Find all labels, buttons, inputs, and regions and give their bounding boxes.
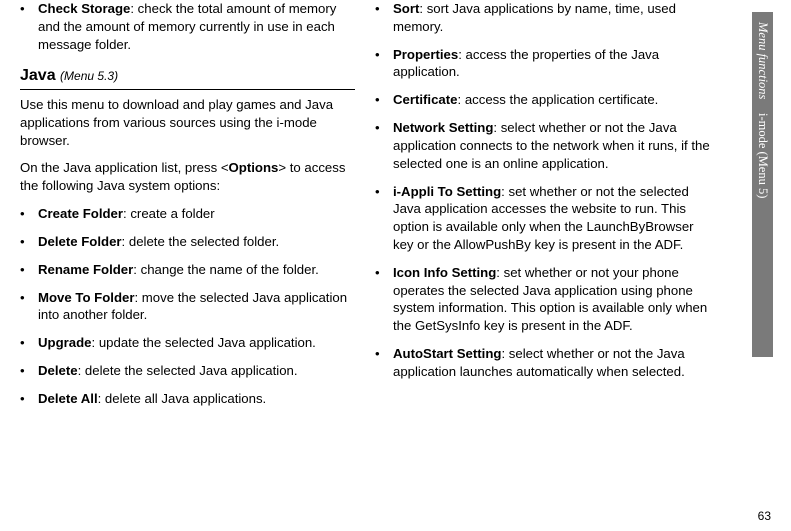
side-tab-chapter: Menu functions [755,22,770,99]
item-label: Network Setting [393,120,493,135]
list-item: • Delete All: delete all Java applicatio… [20,390,355,408]
item-desc: : create a folder [123,206,215,221]
left-column: • Check Storage: check the total amount … [10,0,365,418]
item-desc: : delete the selected folder. [122,234,280,249]
item-text: Rename Folder: change the name of the fo… [38,261,355,279]
bullet-icon: • [375,183,393,254]
item-text: Delete Folder: delete the selected folde… [38,233,355,251]
list-item: • Delete Folder: delete the selected fol… [20,233,355,251]
item-label: AutoStart Setting [393,346,501,361]
list-item: • Network Setting: select whether or not… [375,119,710,172]
item-text: Upgrade: update the selected Java applic… [38,334,355,352]
item-label: Check Storage [38,1,130,16]
item-text: Check Storage: check the total amount of… [38,0,355,53]
java-heading: Java (Menu 5.3) [20,65,355,87]
item-text: Properties: access the properties of the… [393,46,710,82]
side-tab-section: i-mode (Menu 5) [755,113,770,198]
bullet-icon: • [20,233,38,251]
item-text: Delete All: delete all Java applications… [38,390,355,408]
item-label: Upgrade [38,335,92,350]
heading-text: Java [20,67,56,84]
heading-rule [20,89,355,90]
bullet-icon: • [20,205,38,223]
bullet-icon: • [375,264,393,335]
item-text: Move To Folder: move the selected Java a… [38,289,355,325]
item-desc: : change the name of the folder. [133,262,319,277]
item-label: Delete All [38,391,98,406]
side-tab: Menu functions i-mode (Menu 5) [752,12,773,357]
bullet-icon: • [20,390,38,408]
list-item: • Sort: sort Java applications by name, … [375,0,710,36]
text: On the Java application list, press < [20,160,229,175]
item-label: Create Folder [38,206,123,221]
item-text: Certificate: access the application cert… [393,91,710,109]
item-label: Move To Folder [38,290,134,305]
item-desc: : access the application certificate. [458,92,659,107]
list-item: • Icon Info Setting: set whether or not … [375,264,710,335]
bullet-icon: • [20,261,38,279]
bullet-icon: • [20,362,38,380]
item-text: Delete: delete the selected Java applica… [38,362,355,380]
item-label: i-Appli To Setting [393,184,501,199]
item-text: Create Folder: create a folder [38,205,355,223]
paragraph: Use this menu to download and play games… [20,96,355,149]
bullet-icon: • [20,289,38,325]
list-item: • Delete: delete the selected Java appli… [20,362,355,380]
list-item: • Rename Folder: change the name of the … [20,261,355,279]
list-item: • Check Storage: check the total amount … [20,0,355,53]
item-label: Delete Folder [38,234,122,249]
item-label: Properties [393,47,458,62]
list-item: • Upgrade: update the selected Java appl… [20,334,355,352]
item-label: Icon Info Setting [393,265,496,280]
options-key: Options [229,160,279,175]
right-column: • Sort: sort Java applications by name, … [365,0,720,418]
item-label: Delete [38,363,78,378]
item-desc: : delete all Java applications. [98,391,267,406]
bullet-icon: • [375,0,393,36]
page-content: • Check Storage: check the total amount … [0,0,740,418]
item-desc: : sort Java applications by name, time, … [393,1,676,34]
list-item: • AutoStart Setting: select whether or n… [375,345,710,381]
bullet-icon: • [375,119,393,172]
bullet-icon: • [375,91,393,109]
paragraph: On the Java application list, press <Opt… [20,159,355,195]
list-item: • Certificate: access the application ce… [375,91,710,109]
list-item: • i-Appli To Setting: set whether or not… [375,183,710,254]
item-text: Sort: sort Java applications by name, ti… [393,0,710,36]
item-text: Icon Info Setting: set whether or not yo… [393,264,710,335]
bullet-icon: • [375,46,393,82]
item-label: Rename Folder [38,262,133,277]
bullet-icon: • [375,345,393,381]
list-item: • Properties: access the properties of t… [375,46,710,82]
page-number: 63 [758,509,771,523]
bullet-icon: • [20,0,38,53]
item-desc: : delete the selected Java application. [78,363,298,378]
list-item: • Move To Folder: move the selected Java… [20,289,355,325]
item-text: AutoStart Setting: select whether or not… [393,345,710,381]
list-item: • Create Folder: create a folder [20,205,355,223]
menu-hint: (Menu 5.3) [60,69,118,83]
item-desc: : update the selected Java application. [92,335,316,350]
item-label: Sort [393,1,419,16]
item-label: Certificate [393,92,458,107]
item-text: Network Setting: select whether or not t… [393,119,710,172]
item-text: i-Appli To Setting: set whether or not t… [393,183,710,254]
bullet-icon: • [20,334,38,352]
